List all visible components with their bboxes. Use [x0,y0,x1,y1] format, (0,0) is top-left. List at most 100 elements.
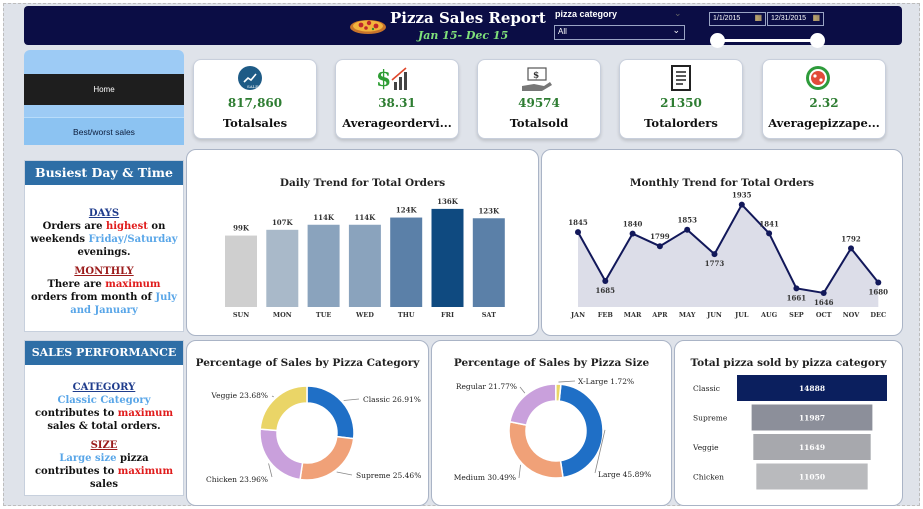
data-point [602,278,609,285]
nav-best-worst-button[interactable]: Best/worst sales [24,117,184,145]
sales-performance-panel: SALES PERFORMANCE CATEGORY Classic Categ… [24,340,184,496]
days-insight: Orders are highest on weekends Friday/Sa… [30,221,178,258]
data-label: 1841 [759,219,779,228]
report-header: Pizza Sales Report Jan 15- Dec 15 pizza … [24,6,902,48]
category-heading: CATEGORY [72,382,136,393]
kpi-label: Averageordervi... [342,116,452,130]
data-label: 123K [478,206,500,215]
slice-label: Supreme 25.46% [356,471,421,480]
category-label: Classic [693,384,720,393]
size-donut-chart: Large 45.89% Medium 30.49% Regular 21.77% X… [454,377,652,482]
bar [266,229,299,307]
report-title: Pizza Sales Report [390,9,546,27]
category-slicer-label: pizza category [555,9,618,19]
svg-text:$: $ [533,71,539,81]
data-point [684,226,691,233]
kpi-card-total-orders: 21350 Totalorders [619,59,743,139]
nav-home-button[interactable]: Home [24,74,184,105]
date-range-end-handle[interactable] [810,33,825,48]
data-label: 1935 [732,191,752,200]
tick-label: DEC [870,311,886,319]
svg-text:$: $ [376,66,391,92]
monthly-heading: MONTHLY [74,266,134,277]
data-label: 11050 [799,473,825,482]
data-label: 114K [355,213,377,222]
tick-label: WED [355,311,374,319]
data-label: 107K [272,218,294,227]
data-point [875,279,882,286]
slice-label: X-Large 1.72% [578,377,634,386]
kpi-card-average-order-value: $ 38.31 Averageordervi... [335,59,459,139]
tick-label: FRI [441,311,454,319]
pie-slice [555,383,562,402]
pie-slice [259,428,304,481]
pizza-logo-icon [350,20,386,34]
data-label: 1646 [814,298,834,307]
kpi-value: 49574 [518,96,560,110]
pie-slice [306,385,355,440]
data-point [629,230,636,237]
leader-line [343,398,360,401]
category-label: Chicken [693,473,724,482]
tick-label: SAT [482,311,496,319]
daily-trend-chart: 99K SUN 107K MON 114K TUE 114K WED 124K THU 136K FR… [225,197,505,319]
slice-label: Chicken 23.96% [206,475,268,484]
data-label: 1853 [677,216,697,225]
tick-label: NOV [843,311,860,319]
kpi-value: 38.31 [378,96,416,110]
report-date-range: Jan 15- Dec 15 [418,29,509,42]
bar [472,218,505,307]
tick-label: JUN [706,311,722,319]
data-label: 1773 [705,259,725,268]
data-label: 1685 [596,286,616,295]
end-date-value: 12/31/2015 [771,15,807,22]
tick-label: MAY [679,311,696,319]
tick-label: TUE [316,311,332,319]
start-date-value: 1/1/2015 [713,15,741,22]
category-slicer-value: All [558,27,567,36]
pie-slice [558,383,604,479]
data-point [711,251,718,258]
data-label: 136K [437,197,459,206]
kpi-card-average-pizza-per-order: 2.32 Averagepizzape... [762,59,886,139]
leader-line [271,395,275,398]
slicer-collapse-icon[interactable]: ⌄ [674,9,682,19]
tick-label: AUG [760,311,778,319]
slice-label: Regular 21.77% [456,382,517,391]
data-label: 1799 [650,232,670,241]
data-point [656,243,663,250]
category-share-panel: Percentage of Sales by Pizza Category Cl… [186,340,429,506]
calendar-icon[interactable]: ▦ [812,13,820,22]
kpi-card-total-sales: SALES 817,860 Totalsales [193,59,317,139]
category-donut-chart: Classic 26.91% Supreme 25.46% Chicken 23.9… [206,385,421,484]
data-label: 1792 [841,234,861,243]
monthly-trend-chart: 1845 JAN 1685 FEB 1840 MAR 1799 APR 1853 MAY 1773 J… [568,191,888,319]
data-label: 14888 [799,384,825,393]
pizza-icon [806,66,830,90]
data-point [575,229,581,236]
data-point [738,201,745,208]
date-range-slider-track[interactable] [712,39,818,42]
category-label: Veggie [692,443,719,452]
category-slicer-dropdown[interactable]: All ⌄ [554,25,685,40]
kpi-value: 21350 [660,96,702,110]
slice-label: Large 45.89% [598,470,651,479]
pizzas-sold-panel: Total pizza sold by pizza category 14888… [674,340,903,506]
calendar-icon[interactable]: ▦ [754,13,762,22]
monthly-trend-panel: Monthly Trend for Total Orders 1845 JAN 16… [541,149,903,336]
category-insight: Classic Category contributes to maximum … [34,395,174,432]
size-share-panel: Percentage of Sales by Pizza Size Large … [431,340,672,506]
size-heading: SIZE [90,440,118,451]
start-date-field[interactable]: 1/1/2015 ▦ [709,12,766,26]
end-date-field[interactable]: 12/31/2015 ▦ [767,12,824,26]
tick-label: APR [651,311,668,319]
slice-label: Veggie 23.68% [210,391,268,400]
sidebar-navigation: Home Best/worst sales [24,50,184,145]
data-label: 1845 [568,218,588,227]
kpi-value: 817,860 [227,96,283,110]
data-point [848,245,854,252]
date-range-start-handle[interactable] [710,33,725,48]
busiest-day-title: Busiest Day & Time [25,161,183,185]
kpi-label: Totalsales [222,116,288,130]
data-point [793,285,800,292]
